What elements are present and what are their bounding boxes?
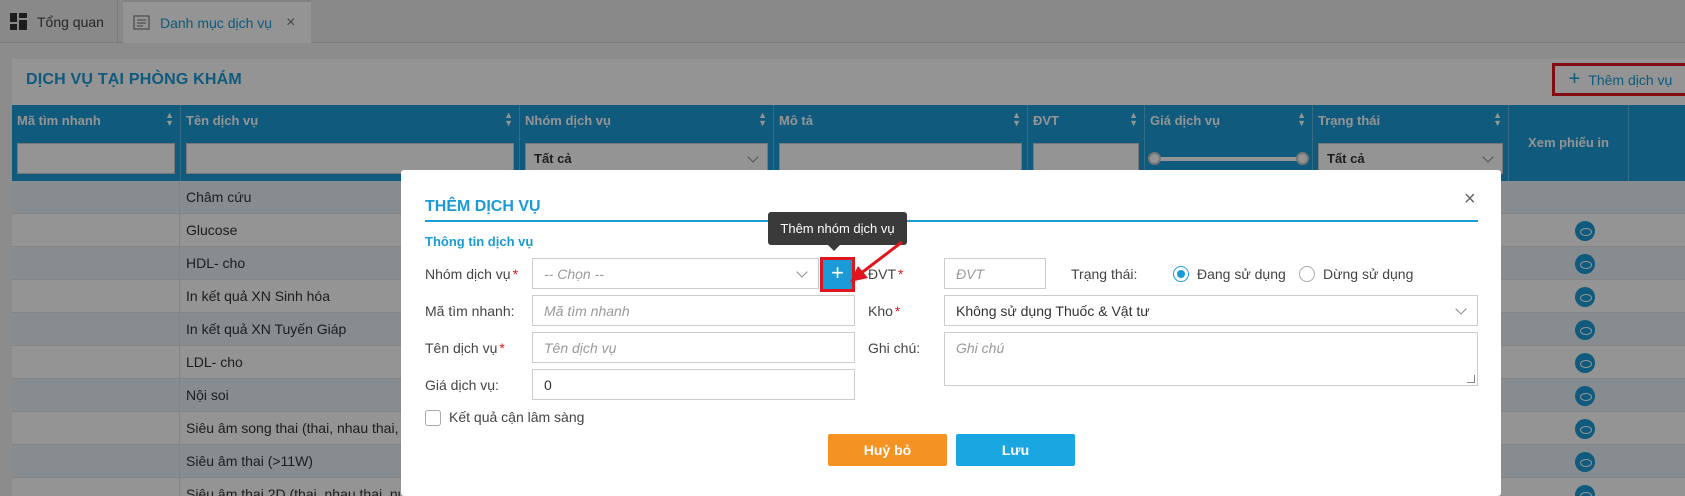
gia-dich-vu-input[interactable]: 0 — [532, 369, 855, 400]
label-gia-dich-vu: Giá dịch vụ: — [425, 377, 499, 393]
chevron-down-icon — [1455, 303, 1467, 315]
can-lam-sang-checkbox[interactable] — [425, 410, 441, 426]
annotation-arrow-icon — [850, 240, 903, 282]
label-text: Kho — [868, 303, 893, 319]
ten-dich-vu-input[interactable]: Tên dịch vụ — [532, 332, 855, 363]
radio-dang-su-dung[interactable] — [1173, 266, 1189, 282]
select-value: Không sử dụng Thuốc & Vật tư — [956, 303, 1150, 319]
kho-select[interactable]: Không sử dụng Thuốc & Vật tư — [944, 295, 1478, 326]
label-text: Nhóm dịch vụ — [425, 266, 511, 282]
ma-tim-nhanh-input[interactable]: Mã tìm nhanh — [532, 295, 855, 326]
label-dung-su-dung: Dừng sử dụng — [1323, 266, 1414, 282]
modal-title: THÊM DỊCH VỤ — [425, 198, 541, 215]
add-service-modal: THÊM DỊCH VỤ × Thông tin dịch vụ Nhóm dị… — [401, 170, 1501, 496]
cancel-button[interactable]: Huỷ bỏ — [828, 434, 947, 466]
label-trang-thai: Trạng thái: — [1071, 266, 1138, 282]
chevron-down-icon — [796, 266, 808, 278]
dvt-input[interactable]: ĐVT — [944, 258, 1046, 289]
section-title: Thông tin dịch vụ — [425, 234, 534, 249]
ghi-chu-textarea[interactable]: Ghi chú — [944, 332, 1478, 386]
input-placeholder: ĐVT — [956, 266, 984, 282]
resize-handle-icon[interactable] — [1467, 375, 1475, 383]
label-dang-su-dung: Đang sử dụng — [1197, 266, 1286, 282]
label-ma-tim-nhanh: Mã tìm nhanh: — [425, 303, 515, 319]
label-nhom-dich-vu: Nhóm dịch vụ * — [425, 266, 518, 282]
label-can-lam-sang: Kết quả cận lâm sàng — [449, 409, 585, 425]
input-placeholder: Tên dịch vụ — [544, 340, 617, 356]
modal-title-divider — [425, 220, 1478, 222]
label-ten-dich-vu: Tên dịch vụ * — [425, 340, 505, 356]
close-icon[interactable]: × — [1464, 188, 1476, 211]
nhom-dich-vu-select[interactable]: -- Chọn -- — [532, 258, 819, 289]
input-placeholder: Mã tìm nhanh — [544, 303, 630, 319]
select-placeholder: -- Chọn -- — [544, 266, 604, 282]
label-text: Tên dịch vụ — [425, 340, 498, 356]
save-button[interactable]: Lưu — [956, 434, 1075, 466]
required-mark: * — [499, 340, 505, 356]
label-kho: Kho * — [868, 303, 900, 319]
radio-dung-su-dung[interactable] — [1299, 266, 1315, 282]
required-mark: * — [512, 266, 519, 282]
textarea-placeholder: Ghi chú — [956, 340, 1005, 356]
required-mark: * — [894, 303, 901, 319]
label-ghi-chu: Ghi chú: — [868, 340, 921, 356]
